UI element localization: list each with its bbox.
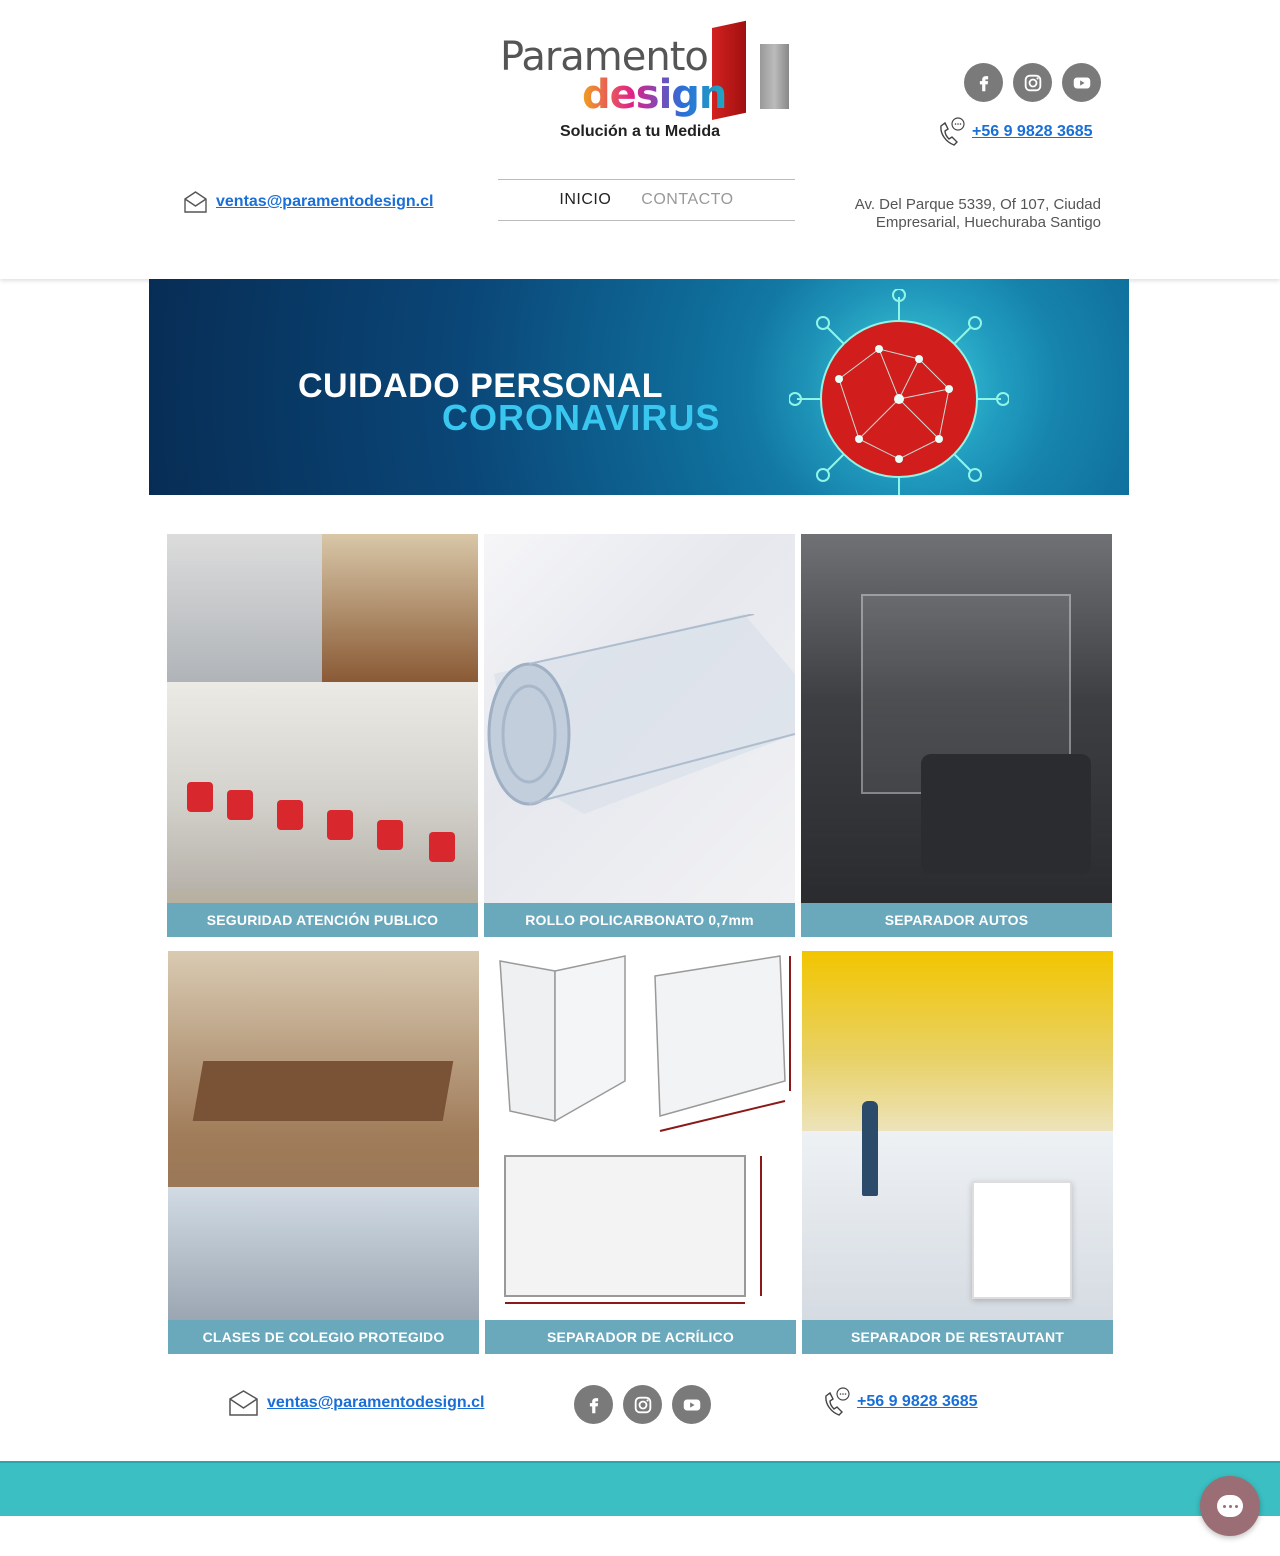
product-card-seguridad[interactable]: SEGURIDAD ATENCIÓN PUBLICO [167, 534, 478, 937]
mail-icon [184, 191, 207, 213]
product-card-restaurant[interactable]: SEPARADOR DE RESTAUTANT [802, 951, 1113, 1354]
desk-shape [192, 1061, 454, 1121]
header-email-link[interactable]: ventas@paramentodesign.cl [216, 193, 433, 211]
address-line-1: Av. Del Parque 5339, Of 107, Ciudad [854, 196, 1101, 213]
banner-subtitle: CORONAVIRUS [442, 397, 721, 438]
classroom-photo [168, 1187, 479, 1320]
product-image-acrilico [485, 951, 796, 1320]
instagram-icon[interactable] [1013, 63, 1052, 102]
youtube-icon[interactable] [672, 1385, 711, 1424]
address: Av. Del Parque 5339, Of 107, Ciudad Empr… [801, 196, 1101, 232]
office-photo-1 [167, 534, 322, 682]
nav-item-inicio[interactable]: INICIO [559, 191, 611, 209]
office-photo-2 [322, 534, 478, 682]
main-nav: INICIO CONTACTO [498, 179, 795, 221]
facebook-icon[interactable] [964, 63, 1003, 102]
address-line-2: Empresarial, Huechuraba Santigo [875, 214, 1101, 231]
chat-icon [1217, 1495, 1243, 1517]
phone-icon [825, 1387, 850, 1416]
office-photo-3 [167, 682, 478, 892]
product-card-colegio[interactable]: CLASES DE COLEGIO PROTEGIDO [168, 951, 479, 1354]
product-label[interactable]: SEPARADOR DE ACRÍLICO [485, 1320, 796, 1354]
chair-shape [429, 832, 455, 862]
product-card-autos[interactable]: SEPARADOR AUTOS [801, 534, 1112, 937]
header-phone: +56 9 9828 3685 [936, 116, 1093, 148]
instagram-icon[interactable] [623, 1385, 662, 1424]
product-image-rollo [484, 534, 795, 903]
chair-shape [327, 810, 353, 840]
chat-button[interactable] [1200, 1476, 1260, 1536]
roll-illustration [487, 614, 795, 814]
product-label[interactable]: SEPARADOR AUTOS [801, 903, 1112, 937]
phone-icon [940, 117, 965, 146]
hero-banner: CUIDADO PERSONAL CORONAVIRUS [149, 279, 1129, 495]
separator-inset [972, 1181, 1072, 1299]
product-label[interactable]: SEPARADOR DE RESTAUTANT [802, 1320, 1113, 1354]
product-image-colegio [168, 951, 479, 1320]
virus-illustration [789, 289, 1009, 495]
chair-shape [377, 820, 403, 850]
product-card-rollo[interactable]: ROLLO POLICARBONATO 0,7mm [484, 534, 795, 937]
product-label[interactable]: ROLLO POLICARBONATO 0,7mm [484, 903, 795, 937]
footer-social-bar [574, 1385, 711, 1424]
chair-shape [277, 800, 303, 830]
product-image-autos [801, 534, 1112, 903]
product-image-restaurant [802, 951, 1113, 1320]
tagline: Solución a tu Medida [559, 123, 720, 140]
product-card-acrilico[interactable]: SEPARADOR DE ACRÍLICO [485, 951, 796, 1354]
footer-band [0, 1461, 1280, 1516]
product-label[interactable]: CLASES DE COLEGIO PROTEGIDO [168, 1320, 479, 1354]
header-phone-link[interactable]: +56 9 9828 3685 [972, 123, 1093, 141]
footer-phone: +56 9 9828 3685 [821, 1386, 978, 1418]
site-header: Paramento design Solución a tu Medida +5… [0, 0, 1280, 279]
car-seat-shape [921, 754, 1091, 874]
chair-shape [227, 790, 253, 820]
brand-logo[interactable]: Paramento design [500, 20, 790, 123]
footer-email: ventas@paramentodesign.cl [228, 1389, 484, 1417]
nav-item-contacto[interactable]: CONTACTO [641, 191, 733, 209]
footer-phone-link[interactable]: +56 9 9828 3685 [857, 1393, 978, 1411]
mail-icon [229, 1390, 258, 1416]
header-email: ventas@paramentodesign.cl [183, 190, 433, 214]
logo-door-shape-grey [760, 44, 789, 109]
bottle-shape [862, 1101, 878, 1196]
header-social-bar [964, 63, 1101, 102]
logo-text-design: design [582, 72, 727, 118]
facebook-icon[interactable] [574, 1385, 613, 1424]
product-image-seguridad [167, 534, 478, 903]
acrylic-panels-illustration [499, 955, 791, 1304]
product-label[interactable]: SEGURIDAD ATENCIÓN PUBLICO [167, 903, 478, 937]
youtube-icon[interactable] [1062, 63, 1101, 102]
chair-shape [187, 782, 213, 812]
footer-email-link[interactable]: ventas@paramentodesign.cl [267, 1394, 484, 1412]
